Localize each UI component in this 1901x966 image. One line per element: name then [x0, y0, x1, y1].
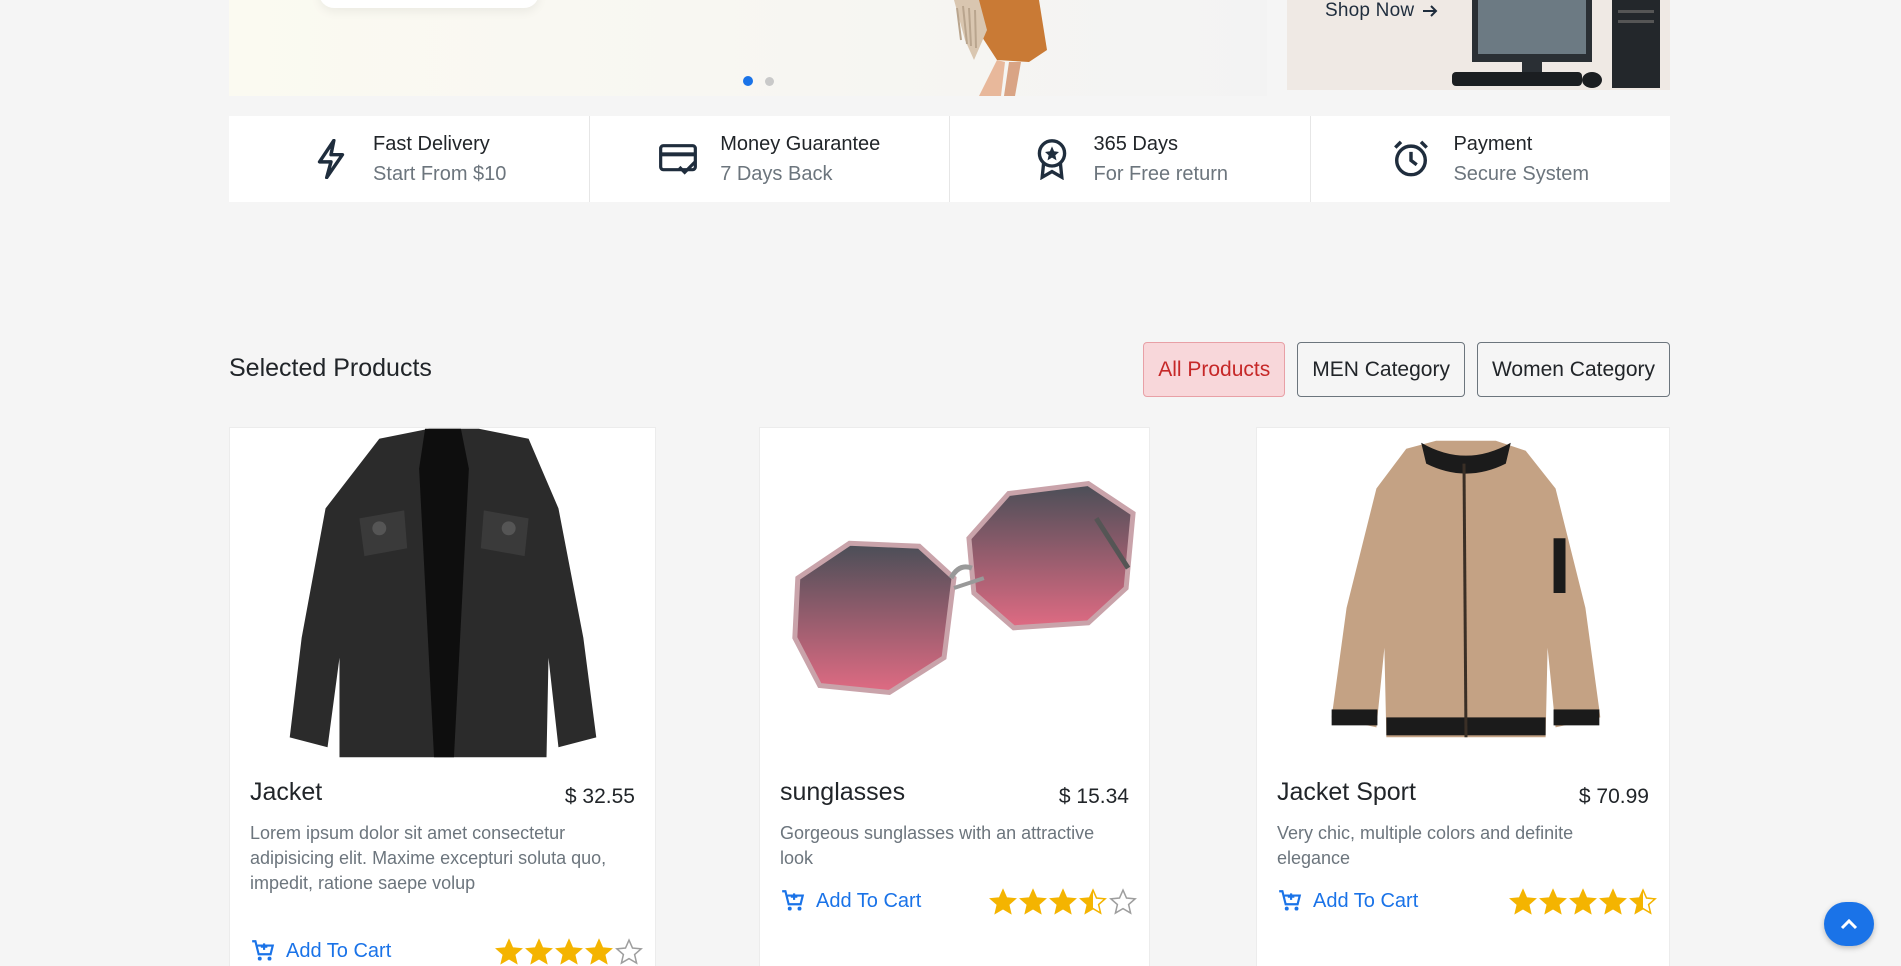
star-full-icon: [1509, 888, 1537, 915]
carousel-indicators: [743, 76, 774, 86]
product-image-jacket-sport: [1331, 440, 1601, 738]
award-badge-icon: [1032, 139, 1072, 180]
back-to-top-button[interactable]: [1824, 902, 1874, 946]
add-to-cart-button[interactable]: Add To Cart: [250, 938, 391, 964]
product-card[interactable]: Jacket $ 32.55 Lorem ipsum dolor sit ame…: [229, 427, 656, 966]
filter-all-products[interactable]: All Products: [1143, 342, 1286, 397]
feature-title: 365 Days: [1093, 133, 1179, 155]
product-card[interactable]: sunglasses $ 15.34 Gorgeous sunglasses w…: [759, 427, 1150, 966]
star-full-icon: [1019, 888, 1047, 915]
star-full-icon: [989, 888, 1017, 915]
rating-stars: [495, 938, 643, 966]
lightning-icon: [311, 139, 351, 179]
product-image-jacket: [289, 428, 597, 758]
feature-fast-delivery: Fast Delivery Start From $10: [229, 116, 590, 202]
arrow-right-icon: [1423, 5, 1438, 17]
rating-stars: [989, 888, 1137, 916]
feature-title: Money Guarantee: [720, 133, 881, 155]
carousel-dot-2[interactable]: [765, 76, 774, 86]
star-half-icon: [1629, 888, 1657, 915]
product-card[interactable]: Jacket Sport $ 70.99 Very chic, multiple…: [1256, 427, 1670, 966]
credit-card-check-icon: [658, 139, 698, 179]
star-full-icon: [495, 938, 523, 965]
feature-subtitle: 7 Days Back: [720, 163, 833, 185]
add-to-cart-label: Add To Cart: [286, 939, 392, 962]
product-name: Jacket: [250, 778, 323, 806]
star-full-icon: [525, 938, 553, 965]
filter-women-category[interactable]: Women Category: [1476, 342, 1670, 397]
product-name: sunglasses: [780, 778, 906, 806]
cart-icon: [782, 890, 805, 911]
star-full-icon: [1049, 888, 1077, 915]
product-price: $ 15.34: [1058, 785, 1129, 808]
model-image: [954, 0, 1047, 96]
feature-subtitle: For Free return: [1093, 163, 1228, 185]
features-bar: Fast Delivery Start From $10 Money Guara…: [229, 116, 1670, 202]
add-to-cart-label: Add To Cart: [1313, 889, 1419, 912]
feature-money-guarantee: Money Guarantee 7 Days Back: [590, 116, 950, 202]
feature-subtitle: Start From $10: [373, 163, 507, 185]
computer-image: [1452, 0, 1660, 88]
product-name: Jacket Sport: [1277, 778, 1416, 806]
shop-now-label: Shop Now: [1325, 0, 1415, 21]
carousel-dot-1[interactable]: [743, 76, 753, 86]
shop-now-link[interactable]: Shop Now: [1325, 0, 1438, 22]
alarm-clock-icon: [1391, 139, 1431, 179]
feature-365-days: 365 Days For Free return: [950, 116, 1311, 202]
section-title: Selected Products: [229, 354, 432, 382]
promo-banner: Shop Now: [1287, 0, 1670, 90]
feature-subtitle: Secure System: [1453, 163, 1590, 185]
star-full-icon: [1599, 888, 1627, 915]
star-full-icon: [555, 938, 583, 965]
star-full-icon: [1569, 888, 1597, 915]
hero-pill-decoration: [319, 0, 539, 8]
hero-carousel[interactable]: [229, 0, 1267, 96]
hero-banner: Shop Now: [229, 0, 1670, 96]
add-to-cart-label: Add To Cart: [816, 889, 922, 912]
product-image-sunglasses: [792, 480, 1136, 696]
category-filters: All Products MEN Category Women Category: [1143, 342, 1670, 397]
product-description: Very chic, multiple colors and definite …: [1277, 823, 1574, 868]
star-full-icon: [585, 938, 613, 965]
chevron-up-icon: [1840, 918, 1858, 930]
product-price: $ 32.55: [564, 785, 635, 808]
feature-title: Payment: [1453, 133, 1533, 155]
filter-men-category[interactable]: MEN Category: [1297, 342, 1465, 397]
star-half-icon: [1079, 888, 1107, 915]
add-to-cart-button[interactable]: Add To Cart: [780, 888, 921, 914]
product-price: $ 70.99: [1578, 785, 1649, 808]
star-empty-icon: [615, 938, 643, 965]
rating-stars: [1509, 888, 1657, 916]
add-to-cart-button[interactable]: Add To Cart: [1277, 888, 1418, 914]
product-description: Gorgeous sunglasses with an attractive l…: [780, 823, 1095, 868]
feature-title: Fast Delivery: [373, 133, 490, 155]
star-empty-icon: [1109, 888, 1137, 915]
cart-icon: [1279, 890, 1302, 911]
product-description: Lorem ipsum dolor sit amet consectetur a…: [250, 823, 607, 893]
feature-payment: Payment Secure System: [1311, 116, 1671, 202]
star-full-icon: [1539, 888, 1567, 915]
cart-icon: [252, 940, 275, 961]
